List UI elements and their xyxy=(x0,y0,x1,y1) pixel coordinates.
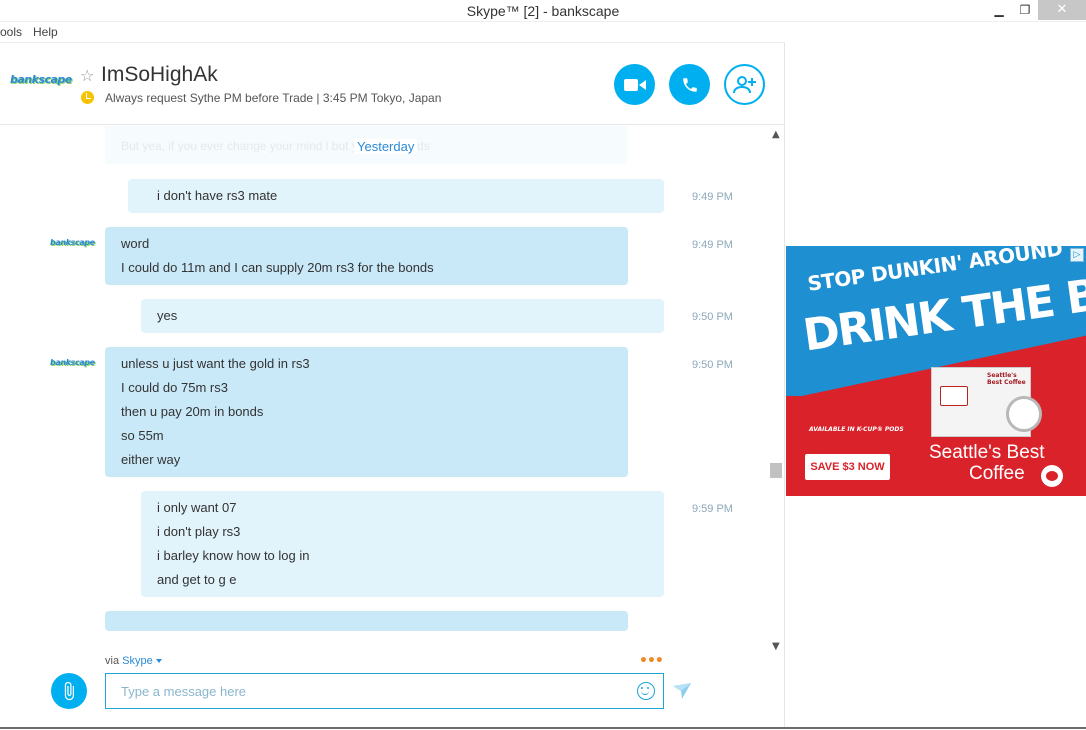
window-title: Skype™ [2] - bankscape xyxy=(466,3,620,19)
scroll-thumb[interactable] xyxy=(770,463,782,478)
sender-avatar[interactable]: bankscape xyxy=(50,236,95,250)
message-bubble-outgoing[interactable]: yes xyxy=(141,299,664,333)
message-bubble-outgoing[interactable]: i only want 07 i don't play rs3 i barley… xyxy=(141,491,664,597)
message-composer: via Skype ••• xyxy=(0,643,785,730)
message-bubble-outgoing[interactable]: i don't have rs3 mate xyxy=(128,179,664,213)
ad-choices-icon[interactable]: ▷ xyxy=(1070,248,1084,262)
phone-icon xyxy=(682,77,697,92)
message-list[interactable]: But yea, if you ever change your mind l … xyxy=(0,126,770,661)
send-icon[interactable] xyxy=(673,683,691,699)
message-line: i don't play rs3 xyxy=(157,524,241,539)
chat-pane: bankscape ☆ ImSoHighAk Always request Sy… xyxy=(0,42,785,729)
message-line: word xyxy=(121,236,150,251)
sender-avatar[interactable]: bankscape xyxy=(50,356,95,370)
typing-indicator-icon: ••• xyxy=(639,653,664,669)
via-service-selector[interactable]: via Skype xyxy=(105,655,162,667)
menu-tools[interactable]: ools xyxy=(0,25,22,39)
away-status-icon xyxy=(81,91,94,104)
contact-name[interactable]: ImSoHighAk xyxy=(101,63,218,87)
message-scrollbar[interactable]: ▲ ▼ xyxy=(769,126,784,659)
close-button[interactable]: ✕ xyxy=(1038,0,1086,20)
maximize-button[interactable]: ❐ xyxy=(1011,0,1039,20)
advertisement-banner[interactable]: ▷ STOP DUNKIN' AROUND DRINK THE BEST Sea… xyxy=(786,246,1086,496)
video-camera-icon xyxy=(623,78,646,91)
brand-logo-icon xyxy=(1041,465,1063,487)
message-bubble-incoming-partial[interactable] xyxy=(105,611,628,631)
message-line: i don't have rs3 mate xyxy=(157,188,278,203)
message-time: 9:49 PM xyxy=(692,239,733,251)
message-time: 9:50 PM xyxy=(692,359,733,371)
mood-message: Always request Sythe PM before Trade | 3… xyxy=(105,91,442,105)
message-time: 9:50 PM xyxy=(692,311,733,323)
scroll-up-arrow-icon[interactable]: ▲ xyxy=(772,129,780,140)
message-line: yes xyxy=(157,308,178,323)
minimize-button[interactable]: ▁ xyxy=(985,0,1013,20)
ad-brand-line2: Coffee xyxy=(969,463,1025,484)
k-cup-pod-icon xyxy=(1006,396,1042,432)
message-line: I could do 11m and I can supply 20m rs3 … xyxy=(121,260,434,275)
video-call-button[interactable] xyxy=(614,64,655,105)
message-time: 9:49 PM xyxy=(692,191,733,203)
ad-save-button[interactable]: SAVE $3 NOW xyxy=(805,454,890,480)
favorite-star-icon[interactable]: ☆ xyxy=(80,66,94,85)
via-label: via xyxy=(105,655,120,667)
message-bubble-incoming[interactable]: word I could do 11m and I can supply 20m… xyxy=(105,227,628,285)
via-service-name[interactable]: Skype xyxy=(122,655,153,667)
menu-help[interactable]: Help xyxy=(33,25,58,39)
ad-availability-text: AVAILABLE IN K-CUP® PODS xyxy=(809,426,904,433)
voice-call-button[interactable] xyxy=(669,64,710,105)
paperclip-icon xyxy=(64,681,74,701)
message-input[interactable] xyxy=(105,673,664,709)
message-line: either way xyxy=(121,452,181,467)
menu-bar: ools Help xyxy=(0,22,1086,42)
ad-product-label: Seattle's Best Coffee xyxy=(987,372,1026,386)
message-line: then u pay 20m in bonds xyxy=(121,404,264,419)
coffee-cup-icon xyxy=(940,386,968,406)
message-time: 9:59 PM xyxy=(692,503,733,515)
contact-avatar[interactable]: bankscape xyxy=(10,67,72,93)
message-bubble-incoming[interactable]: unless u just want the gold in rs3 I cou… xyxy=(105,347,628,477)
add-people-button[interactable] xyxy=(724,64,765,105)
message-line: i only want 07 xyxy=(157,500,237,515)
day-separator: Yesterday xyxy=(354,139,418,154)
message-line: so 55m xyxy=(121,428,164,443)
attach-file-button[interactable] xyxy=(51,673,87,709)
title-bar: Skype™ [2] - bankscape ▁ ❐ ✕ xyxy=(0,0,1086,22)
message-line: i barley know how to log in xyxy=(157,548,310,563)
message-line: I could do 75m rs3 xyxy=(121,380,228,395)
conversation-header: bankscape ☆ ImSoHighAk Always request Sy… xyxy=(0,43,785,125)
chevron-down-icon[interactable] xyxy=(155,659,162,664)
add-contact-icon xyxy=(732,75,756,93)
ad-brand-line1: Seattle's Best xyxy=(929,442,1045,463)
message-line: unless u just want the gold in rs3 xyxy=(121,356,310,371)
message-line: and get to g e xyxy=(157,572,237,587)
emoticon-icon[interactable] xyxy=(637,682,655,700)
